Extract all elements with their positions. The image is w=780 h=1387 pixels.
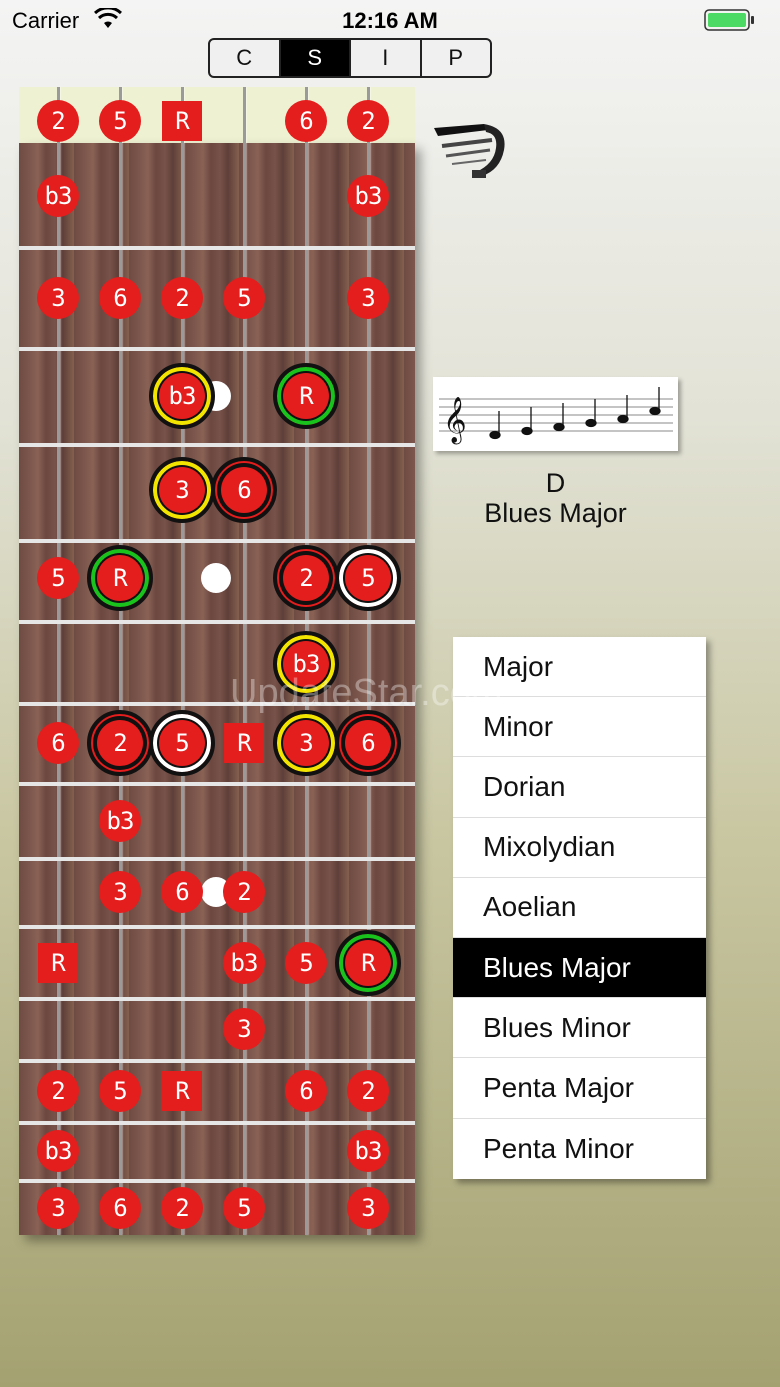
fret-note-marker-highlighted[interactable]: 2 xyxy=(87,710,153,776)
fret-wire xyxy=(19,539,415,543)
fret-note-marker-highlighted[interactable]: b3 xyxy=(273,631,339,697)
fret-note-marker[interactable]: 2 xyxy=(37,100,79,142)
fret-note-marker[interactable]: 2 xyxy=(37,1070,79,1112)
fret-note-marker[interactable]: 6 xyxy=(37,722,79,764)
fret-note-marker[interactable]: 2 xyxy=(161,277,203,319)
scale-option-major[interactable]: Major xyxy=(453,637,706,698)
scale-picker: Major Minor Dorian Mixolydian Aoelian Bl… xyxy=(453,637,706,1179)
scale-staff-notation: 𝄞 xyxy=(433,377,678,451)
fret-note-marker[interactable]: 6 xyxy=(161,871,203,913)
fret-note-marker[interactable]: 3 xyxy=(223,1008,265,1050)
fret-note-marker[interactable]: 5 xyxy=(223,1187,265,1229)
scale-option-dorian[interactable]: Dorian xyxy=(453,757,706,818)
segment-p[interactable]: P xyxy=(419,40,491,76)
fret-note-marker[interactable]: 3 xyxy=(37,277,79,319)
segment-i[interactable]: I xyxy=(349,40,420,76)
fret-note-marker[interactable]: R xyxy=(224,723,264,763)
fret-wire xyxy=(19,702,415,706)
fret-wire xyxy=(19,347,415,351)
clock: 12:16 AM xyxy=(342,8,438,33)
segment-s[interactable]: S xyxy=(278,40,349,76)
segment-c[interactable]: C xyxy=(210,40,279,76)
scale-option-mixolydian[interactable]: Mixolydian xyxy=(453,818,706,878)
fret-note-marker[interactable]: 5 xyxy=(223,277,265,319)
fret-note-marker-highlighted[interactable]: b3 xyxy=(149,363,215,429)
fret-note-marker[interactable]: R xyxy=(38,943,78,983)
fret-note-marker-highlighted[interactable]: 3 xyxy=(149,457,215,523)
status-bar: Carrier 12:16 AM xyxy=(0,0,780,40)
fret-note-marker[interactable]: 6 xyxy=(285,100,327,142)
fret-note-marker-highlighted[interactable]: 5 xyxy=(335,545,401,611)
fret-note-marker[interactable]: 3 xyxy=(347,277,389,319)
fret-note-marker[interactable]: 3 xyxy=(347,1187,389,1229)
fret-wire xyxy=(19,443,415,447)
fret-note-marker[interactable]: 3 xyxy=(37,1187,79,1229)
fret-note-marker[interactable]: b3 xyxy=(347,175,389,217)
fret-note-marker-highlighted[interactable]: R xyxy=(273,363,339,429)
fret-wire xyxy=(19,857,415,861)
fret-inlay-dot xyxy=(201,563,231,593)
fret-wire xyxy=(19,620,415,624)
fret-note-marker[interactable]: 2 xyxy=(347,100,389,142)
capo-icon[interactable] xyxy=(432,120,512,182)
fret-note-marker-highlighted[interactable]: 5 xyxy=(149,710,215,776)
fret-note-marker[interactable]: 2 xyxy=(347,1070,389,1112)
scale-option-blues-minor[interactable]: Blues Minor xyxy=(453,998,706,1059)
fret-wire xyxy=(19,246,415,250)
fret-note-marker-highlighted[interactable]: 6 xyxy=(335,710,401,776)
fret-note-marker[interactable]: 6 xyxy=(99,277,141,319)
fret-note-marker-highlighted[interactable]: R xyxy=(87,545,153,611)
fret-wire xyxy=(19,925,415,929)
scale-option-minor[interactable]: Minor xyxy=(453,697,706,758)
fret-note-marker[interactable]: 5 xyxy=(99,1070,141,1112)
scale-option-penta-major[interactable]: Penta Major xyxy=(453,1058,706,1119)
fret-note-marker[interactable]: 2 xyxy=(223,871,265,913)
fret-note-marker-highlighted[interactable]: 3 xyxy=(273,710,339,776)
fret-wire xyxy=(19,1179,415,1183)
scale-option-blues-major[interactable]: Blues Major xyxy=(453,937,706,999)
fret-note-marker[interactable]: 5 xyxy=(99,100,141,142)
fret-note-marker[interactable]: 6 xyxy=(285,1070,327,1112)
fret-note-marker[interactable]: 6 xyxy=(99,1187,141,1229)
fret-note-marker-highlighted[interactable]: 6 xyxy=(211,457,277,523)
fret-note-marker[interactable]: b3 xyxy=(37,1130,79,1172)
fret-wire xyxy=(19,997,415,1001)
fretboard[interactable]: 2 5 R 6 2 b3 b3 3 6 2 5 3 b3 R 3 6 5 R 2 5 b3 6 2 5 R 3 6 b3 3 6 2 Rb3 5… xyxy=(19,87,415,1235)
fret-note-marker[interactable]: b3 xyxy=(347,1130,389,1172)
fret-note-marker[interactable]: b3 xyxy=(99,800,141,842)
fret-note-marker[interactable]: 5 xyxy=(37,557,79,599)
fret-note-marker[interactable]: R xyxy=(162,101,202,141)
fret-note-marker[interactable]: b3 xyxy=(37,175,79,217)
mode-segmented-control: C S I P xyxy=(208,38,492,78)
fret-note-marker[interactable]: 3 xyxy=(99,871,141,913)
fret-note-marker[interactable]: R xyxy=(162,1071,202,1111)
scale-option-aoelian[interactable]: Aoelian xyxy=(453,878,706,938)
svg-text:𝄞: 𝄞 xyxy=(443,397,467,445)
fret-note-marker-highlighted[interactable]: R xyxy=(335,930,401,996)
key-name: D xyxy=(545,468,566,498)
scale-option-penta-minor[interactable]: Penta Minor xyxy=(453,1119,706,1179)
scale-name: Blues Major xyxy=(484,498,627,528)
fret-note-marker-highlighted[interactable]: 2 xyxy=(273,545,339,611)
fret-wire xyxy=(19,782,415,786)
fret-note-marker[interactable]: 2 xyxy=(161,1187,203,1229)
battery-icon xyxy=(704,9,754,31)
fret-wire xyxy=(19,1121,415,1125)
fret-note-marker[interactable]: b3 xyxy=(223,942,265,984)
fret-wire xyxy=(19,1059,415,1063)
fret-note-marker[interactable]: 5 xyxy=(285,942,327,984)
